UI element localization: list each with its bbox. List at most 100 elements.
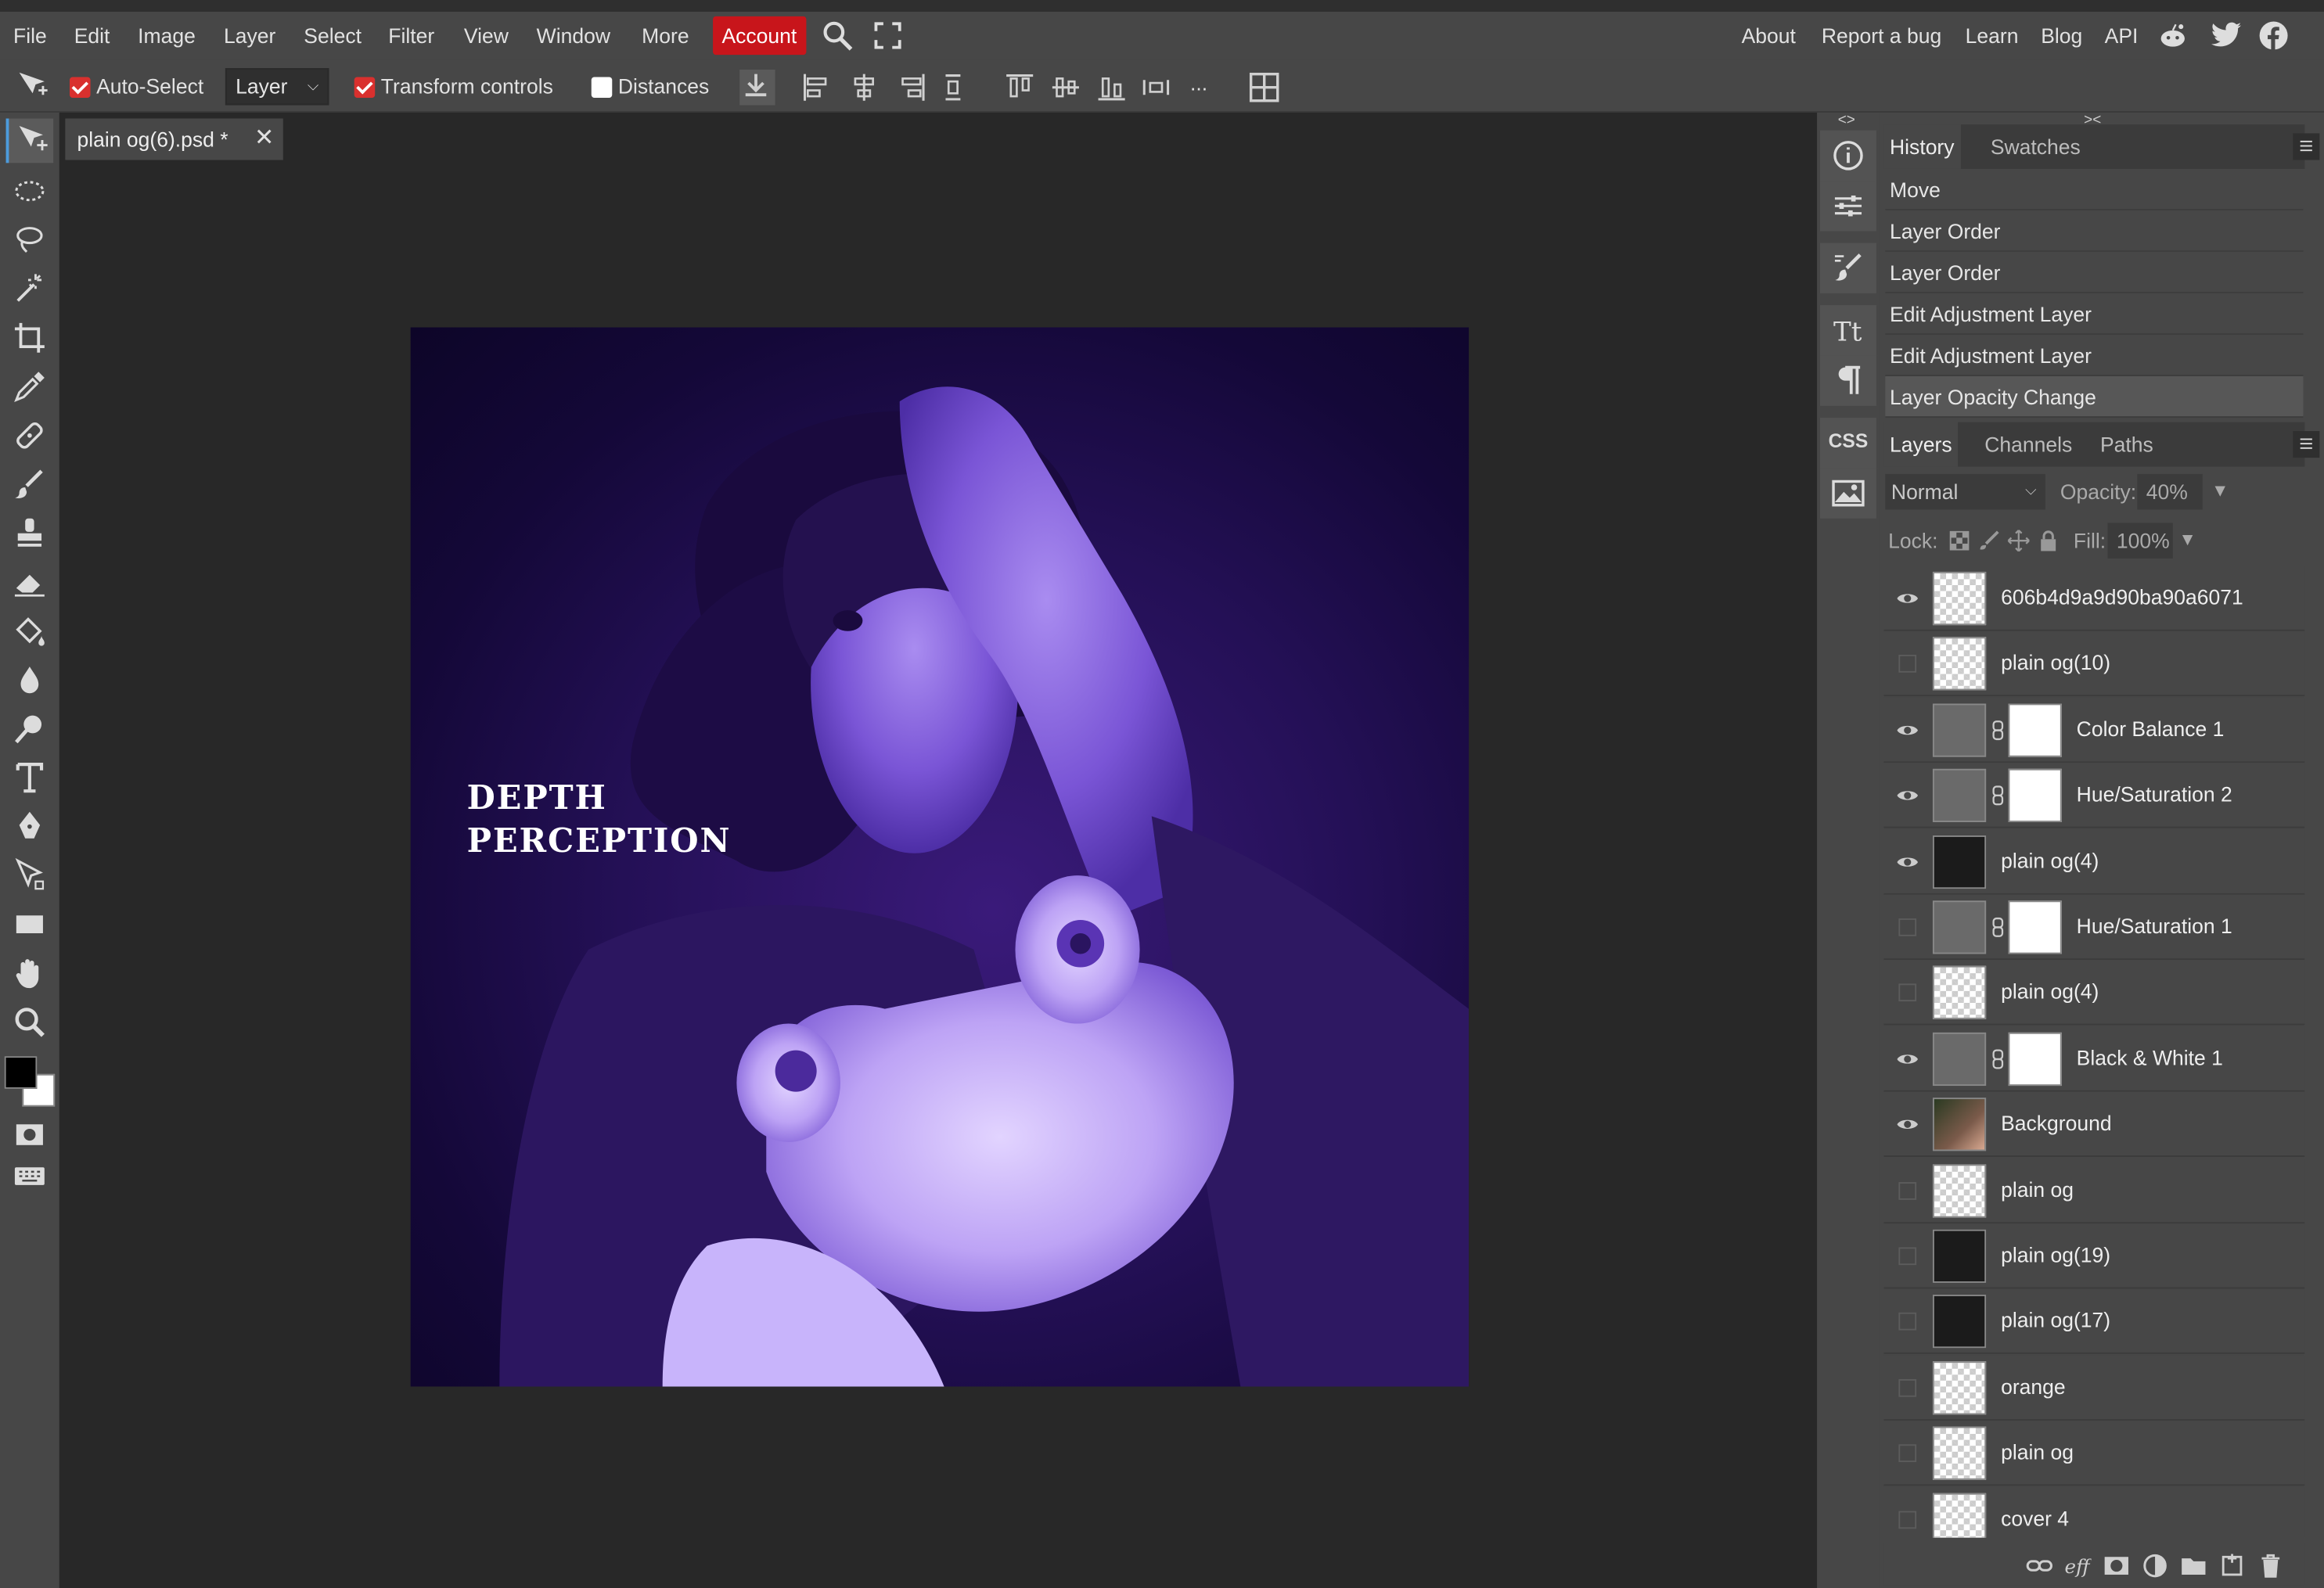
layer-row[interactable]: plain og(17) [1883, 1289, 2305, 1355]
layer-mask-thumbnail[interactable] [2008, 1032, 2062, 1086]
opacity-input[interactable]: 40% [2137, 473, 2203, 510]
layer-name[interactable]: 606b4d9a9d90ba90a6071 [2001, 585, 2250, 609]
eye-visibility-icon[interactable] [1896, 718, 1919, 742]
opacity-dropdown-arrow-icon[interactable]: ▼ [2211, 480, 2229, 501]
eye-visibility-icon[interactable] [1896, 1047, 1919, 1070]
collapse-arrows-icon[interactable]: <> [1838, 113, 1855, 129]
layer-row[interactable]: plain og(10) [1883, 631, 2305, 697]
image-button[interactable] [1819, 468, 1876, 519]
history-item[interactable]: Layer Order [1885, 252, 2304, 293]
color-swatches[interactable] [4, 1056, 58, 1112]
menu-window[interactable]: Window [537, 21, 610, 51]
layer-row[interactable]: Color Balance 1 [1883, 697, 2305, 763]
eye-visibility-icon[interactable] [1896, 784, 1919, 807]
fill-dropdown-arrow-icon[interactable]: ▼ [2178, 529, 2196, 550]
layer-thumbnail[interactable] [1932, 1360, 1987, 1415]
menu-file[interactable]: File [13, 21, 47, 51]
layer-mask-thumbnail[interactable] [2008, 900, 2062, 954]
align-middle-v-icon[interactable] [1049, 71, 1082, 104]
chain-link-icon[interactable] [1991, 720, 2006, 741]
layer-name[interactable]: Hue/Saturation 1 [2077, 914, 2305, 937]
chain-link-icon[interactable] [1991, 917, 2006, 938]
visibility-toggle[interactable] [1898, 1313, 1917, 1331]
canvas[interactable]: DEPTH PERCEPTION [410, 327, 1470, 1387]
menu-layer[interactable]: Layer [224, 21, 275, 51]
character-button[interactable]: Tt [1819, 305, 1876, 356]
tab-channels[interactable]: Channels [1979, 422, 2078, 467]
adjustment-layer-thumbnail[interactable] [1932, 1032, 1987, 1086]
adjustment-layer-thumbnail[interactable] [1932, 900, 1987, 954]
history-item[interactable]: Layer Order [1885, 210, 2304, 252]
layer-thumbnail[interactable] [1932, 571, 1987, 626]
layer-row[interactable]: plain og(4) [1883, 828, 2305, 894]
menu-view[interactable]: View [464, 21, 509, 51]
history-item[interactable]: Layer Opacity Change [1885, 375, 2304, 419]
eraser-tool[interactable] [6, 560, 54, 605]
keyboard-button[interactable] [6, 1154, 54, 1198]
layer-effects-icon[interactable]: eff [2065, 1553, 2092, 1579]
history-item[interactable]: Edit Adjustment Layer [1885, 293, 2304, 335]
layer-name[interactable]: plain og [2001, 1177, 2250, 1201]
delete-layer-trash-icon[interactable] [2257, 1553, 2284, 1579]
layer-name[interactable]: plain og [2001, 1440, 2250, 1464]
rectangle-tool[interactable] [6, 902, 54, 947]
search-icon[interactable] [821, 20, 854, 52]
layer-name[interactable]: plain og(4) [2001, 979, 2250, 1003]
menu-report-bug[interactable]: Report a bug [1822, 21, 1941, 51]
layers-panel-menu-icon[interactable] [2293, 431, 2320, 458]
align-left-icon[interactable] [800, 71, 833, 104]
grid-icon[interactable] [1248, 71, 1281, 104]
lock-all-icon[interactable] [2037, 529, 2060, 552]
layer-row[interactable]: Black & White 1 [1883, 1026, 2305, 1092]
visibility-toggle[interactable] [1898, 1510, 1917, 1529]
menu-select[interactable]: Select [304, 21, 362, 51]
layer-name[interactable]: plain og(19) [2001, 1243, 2250, 1266]
layer-name[interactable]: plain og(10) [2001, 651, 2250, 674]
layer-thumbnail[interactable] [1932, 1295, 1987, 1349]
eye-visibility-icon[interactable] [1896, 1112, 1919, 1136]
tab-swatches[interactable]: Swatches [1984, 124, 2086, 169]
menu-more[interactable]: More [642, 21, 689, 51]
facebook-icon[interactable] [2259, 21, 2289, 51]
path-select-tool[interactable] [6, 853, 54, 898]
menu-filter[interactable]: Filter [388, 21, 434, 51]
fill-input[interactable]: 100% [2107, 523, 2173, 559]
menu-about[interactable]: About [1742, 21, 1796, 51]
layer-row[interactable]: Background [1883, 1091, 2305, 1158]
zoom-tool[interactable] [6, 1000, 54, 1044]
eye-visibility-icon[interactable] [1896, 850, 1919, 873]
link-layers-icon[interactable] [2026, 1553, 2052, 1579]
info-button[interactable] [1819, 130, 1876, 181]
visibility-toggle[interactable] [1898, 1181, 1917, 1200]
marquee-tool[interactable] [6, 169, 54, 214]
visibility-toggle[interactable] [1898, 1444, 1917, 1463]
layer-name[interactable]: cover 4 [2001, 1506, 2250, 1529]
menu-edit[interactable]: Edit [74, 21, 110, 51]
download-icon[interactable] [739, 70, 775, 106]
chain-link-icon[interactable] [1991, 1048, 2006, 1069]
layer-thumbnail[interactable] [1932, 966, 1987, 1020]
close-icon[interactable]: ✕ [254, 118, 274, 160]
healing-tool[interactable] [6, 413, 54, 458]
menu-api[interactable]: API [2105, 21, 2139, 51]
blend-mode-dropdown[interactable]: Normal ⌵ [1885, 473, 2045, 510]
reddit-icon[interactable] [2158, 21, 2188, 51]
dodge-tool[interactable] [6, 706, 54, 751]
move-tool[interactable] [5, 118, 54, 163]
layer-name[interactable]: Hue/Saturation 2 [2077, 782, 2305, 806]
layer-thumbnail[interactable] [1932, 835, 1987, 889]
transform-controls-checkbox[interactable] [354, 77, 376, 98]
magic-wand-tool[interactable] [6, 267, 54, 311]
layer-row[interactable]: plain og(19) [1883, 1223, 2305, 1289]
quick-mask-button[interactable] [6, 1112, 54, 1157]
twitter-icon[interactable] [2210, 21, 2243, 51]
stamp-tool[interactable] [6, 511, 54, 555]
brush-settings-button[interactable] [1819, 243, 1876, 293]
visibility-toggle[interactable] [1898, 918, 1917, 936]
layer-row[interactable]: Hue/Saturation 1 [1883, 894, 2305, 961]
layer-name[interactable]: Black & White 1 [2077, 1046, 2305, 1069]
layer-name[interactable]: Color Balance 1 [2077, 717, 2305, 740]
align-right-icon[interactable] [895, 71, 928, 104]
move-tool-icon[interactable] [15, 70, 50, 105]
visibility-toggle[interactable] [1898, 1247, 1917, 1266]
